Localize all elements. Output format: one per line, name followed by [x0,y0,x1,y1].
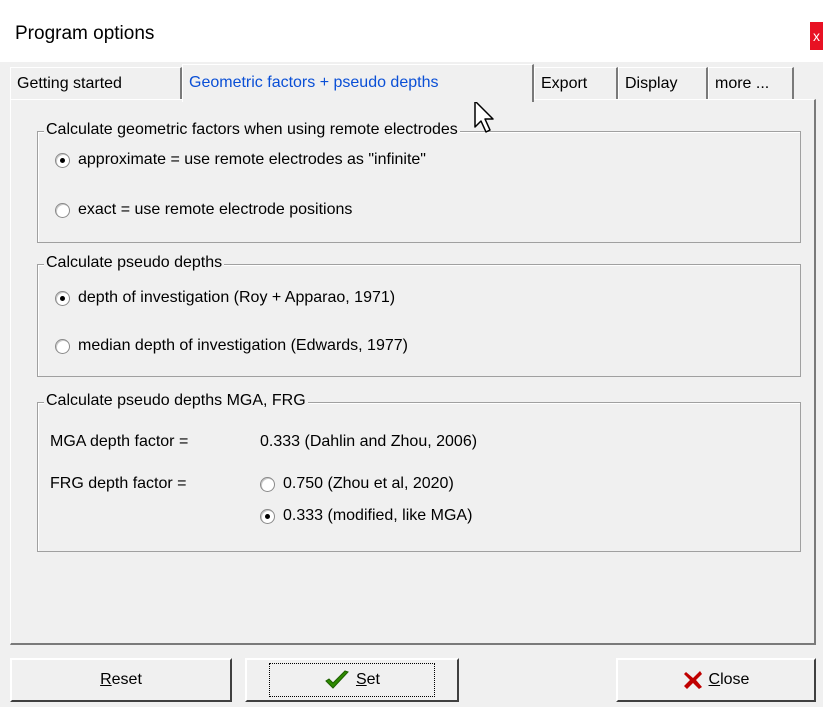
window-close-button[interactable]: x [810,22,823,50]
tab-panel: Calculate geometric factors when using r… [10,99,816,645]
radio-label: median depth of investigation (Edwards, … [78,337,408,354]
frg-depth-factor-label-row: FRG depth factor = [50,475,187,493]
radio-unchecked-icon [55,202,70,218]
mga-value: 0.333 (Dahlin and Zhou, 2006) [260,433,478,450]
radio-checked-icon [55,290,70,306]
group-mga-frg: Calculate pseudo depths MGA, FRG MGA dep… [37,392,801,552]
tab-more[interactable]: more ... [708,67,794,99]
radio-approximate[interactable]: approximate = use remote electrodes as "… [55,151,426,169]
set-label: Set [355,671,380,688]
group-legend: Calculate pseudo depths MGA, FRG [44,392,308,410]
reset-button[interactable]: Reset [10,658,232,702]
window-title: Program options [15,23,155,44]
tab-label: Getting started [17,75,122,92]
radio-label: depth of investigation (Roy + Apparao, 1… [78,289,396,306]
tab-display[interactable]: Display [618,67,708,99]
tab-label: Geometric factors + pseudo depths [189,74,439,91]
radio-label: 0.333 (modified, like MGA) [283,507,473,524]
close-icon: x [813,28,820,44]
radio-unchecked-icon [55,338,70,354]
radio-depth-of-investigation[interactable]: depth of investigation (Roy + Apparao, 1… [55,289,395,307]
frg-label: FRG depth factor = [50,475,187,492]
radio-label: 0.750 (Zhou et al, 2020) [283,475,454,492]
close-label: Close [708,671,750,688]
radio-checked-icon [55,152,70,168]
tab-label: more ... [715,75,770,92]
tab-label: Display [625,75,678,92]
tab-label: Export [541,75,588,92]
mga-depth-factor-row: MGA depth factor = 0.333 (Dahlin and Zho… [50,433,477,451]
radio-label: exact = use remote electrode positions [78,201,353,218]
reset-label: Reset [100,671,142,688]
tab-export[interactable]: Export [534,67,618,99]
tab-strip: Getting started Geometric factors + pseu… [10,64,816,102]
x-icon [683,671,702,689]
tab-getting-started[interactable]: Getting started [10,67,182,99]
radio-checked-icon [260,508,275,524]
set-focus-rect: Set [268,663,435,697]
mga-label: MGA depth factor = [50,433,189,450]
group-legend: Calculate pseudo depths [44,254,225,272]
radio-frg-0750[interactable]: 0.750 (Zhou et al, 2020) [260,475,454,493]
group-pseudo-depths: Calculate pseudo depths depth of investi… [37,254,801,377]
group-legend: Calculate geometric factors when using r… [44,121,460,139]
radio-label: approximate = use remote electrodes as "… [78,151,426,168]
group-remote-electrodes: Calculate geometric factors when using r… [37,121,801,243]
radio-unchecked-icon [260,476,275,492]
radio-frg-0333[interactable]: 0.333 (modified, like MGA) [260,507,472,525]
close-button[interactable]: Close [616,658,816,702]
title-bar: Program options x [0,0,823,62]
radio-median-depth[interactable]: median depth of investigation (Edwards, … [55,337,408,355]
tab-geometric-factors[interactable]: Geometric factors + pseudo depths [182,64,534,102]
radio-exact[interactable]: exact = use remote electrode positions [55,201,352,219]
set-button[interactable]: Set [245,658,459,702]
mouse-cursor-icon [474,100,494,133]
checkmark-icon [325,670,349,689]
